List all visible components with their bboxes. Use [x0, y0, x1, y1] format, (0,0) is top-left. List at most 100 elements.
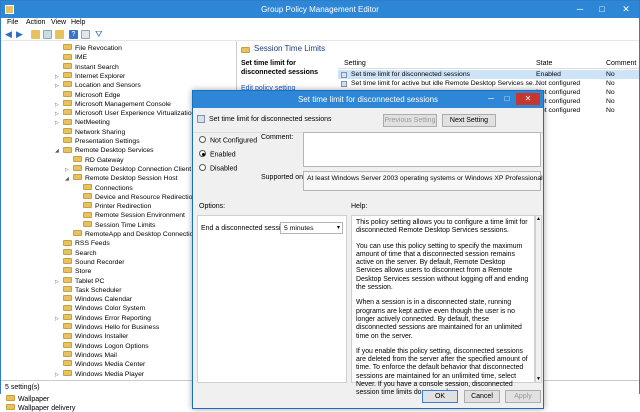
tree-item[interactable]: Windows Color System [55, 304, 145, 313]
tree-item[interactable]: Sound Recorder [55, 258, 125, 267]
tree-item[interactable]: Windows Installer [55, 332, 128, 341]
column-header: Setting State Comment [338, 59, 639, 69]
dialog-title-bar[interactable]: Set time limit for disconnected sessions… [193, 91, 543, 108]
tree-item[interactable]: Remote Session Environment [75, 211, 185, 220]
up-folder-icon[interactable] [31, 30, 40, 39]
tree-item-label: RSS Feeds [75, 240, 110, 248]
radio-disabled[interactable]: Disabled [199, 164, 237, 172]
expander-icon[interactable]: ▷ [55, 371, 61, 380]
end-session-select[interactable]: 5 minutes ▾ [280, 222, 343, 234]
tree-item[interactable]: ▷ Location and Sensors [55, 81, 141, 90]
maximize-icon[interactable]: □ [591, 1, 613, 18]
radio-enabled[interactable]: Enabled [199, 150, 236, 158]
tree-item[interactable]: Session Time Limits [75, 220, 155, 230]
expander-icon[interactable]: ◢ [65, 175, 71, 184]
title-bar[interactable]: Group Policy Management Editor ─ □ ✕ [1, 1, 639, 18]
folder-icon [63, 118, 72, 125]
folder-icon [63, 72, 72, 79]
wallpaper-delivery-item[interactable]: Wallpaper delivery [6, 404, 75, 412]
tree-item[interactable]: ▷ Internet Explorer [55, 72, 125, 81]
menu-file[interactable]: File [7, 19, 18, 26]
tree-item[interactable]: RSS Feeds [55, 239, 110, 248]
properties-icon[interactable] [81, 30, 90, 39]
minimize-icon[interactable]: ─ [569, 1, 591, 18]
radio-not-configured[interactable]: Not Configured [199, 136, 257, 144]
menu-view[interactable]: View [51, 19, 66, 26]
tree-item[interactable]: Presentation Settings [55, 137, 140, 146]
column-setting[interactable]: Setting [344, 60, 366, 67]
tree-item[interactable]: Task Scheduler [55, 286, 121, 295]
column-comment[interactable]: Comment [606, 60, 636, 67]
tree-item-label: Location and Sensors [75, 82, 141, 90]
dialog-minimize-icon[interactable]: ─ [483, 93, 499, 105]
folder-icon [63, 276, 72, 283]
tree-item-label: RemoteApp and Desktop Connections [85, 231, 201, 238]
tree-item[interactable]: ▷ Remote Desktop Connection Client [65, 165, 191, 174]
tree-item[interactable]: Windows Calendar [55, 295, 132, 304]
tree-item[interactable]: Microsoft Edge [55, 90, 120, 100]
tree-item-label: Microsoft User Experience Virtualization [75, 110, 196, 118]
tree-item[interactable]: IME [55, 53, 87, 62]
ok-button[interactable]: OK [422, 390, 458, 403]
menu-help[interactable]: Help [71, 19, 85, 26]
expander-icon[interactable]: ◢ [55, 147, 61, 156]
policy-row[interactable]: Set time limit for disconnected sessions… [338, 70, 639, 79]
tree-item[interactable]: Store [55, 267, 91, 276]
tree-item[interactable]: Network Sharing [55, 127, 125, 137]
dialog-maximize-icon[interactable]: □ [499, 93, 515, 105]
tree-item[interactable]: Windows Media Center [55, 360, 145, 369]
help-icon[interactable]: ? [69, 30, 78, 39]
previous-setting-button[interactable]: Previous Setting [383, 114, 437, 127]
filter-icon[interactable]: ⛛ [95, 30, 104, 39]
wallpaper-item[interactable]: Wallpaper [6, 395, 49, 403]
tree-item[interactable]: ▷ Windows Media Player [55, 369, 144, 380]
scroll-down-icon[interactable]: ▼ [536, 376, 541, 382]
tree-item[interactable]: Windows Logon Options [55, 341, 149, 351]
back-icon[interactable]: ◀ [5, 30, 14, 39]
tree-item[interactable]: ◢ Remote Desktop Session Host [65, 174, 178, 183]
tree-item-label: Tablet PC [75, 277, 105, 285]
folder-icon [63, 248, 72, 255]
tree-item-label: IME [75, 54, 88, 62]
tree-item-label: Windows Error Reporting [75, 314, 151, 322]
folder-icon [63, 313, 72, 320]
tree-item[interactable]: ▷ Microsoft Management Console [55, 100, 171, 109]
dialog-close-icon[interactable]: ✕ [516, 93, 540, 105]
apply-button[interactable]: Apply [505, 390, 541, 403]
tree-item[interactable]: Printer Redirection [75, 202, 151, 211]
tree-item[interactable]: RD Gateway [65, 155, 124, 165]
cancel-button[interactable]: Cancel [464, 390, 500, 403]
forward-icon[interactable]: ▶ [16, 30, 25, 39]
close-icon[interactable]: ✕ [615, 1, 637, 18]
tree-item[interactable]: Windows Mail [55, 351, 117, 360]
tree-item[interactable]: ▷ NetMeeting [55, 118, 110, 127]
tree-item[interactable]: File Revocation [55, 44, 122, 53]
tree-item[interactable]: Device and Resource Redirection [75, 193, 196, 202]
tree-item-label: Windows Installer [75, 333, 129, 341]
help-paragraph: When a session is in a disconnected stat… [356, 299, 522, 340]
tree-item-label: RD Gateway [85, 156, 124, 164]
tree-item[interactable]: Windows Hello for Business [55, 323, 159, 332]
folder-icon [63, 127, 72, 134]
help-scrollbar[interactable]: ▲ ▼ [535, 215, 542, 383]
tree-item[interactable]: Connections [75, 183, 133, 193]
tree-item[interactable]: RemoteApp and Desktop Connections [65, 230, 201, 239]
folder-icon [63, 351, 72, 358]
tree-item[interactable]: Search [55, 248, 97, 258]
column-state[interactable]: State [536, 60, 552, 67]
menu-action[interactable]: Action [26, 19, 45, 26]
show-tree-icon[interactable] [43, 30, 52, 39]
tree-item[interactable]: ◢ Remote Desktop Services [55, 146, 154, 155]
export-icon[interactable] [55, 30, 64, 39]
details-header-title: Session Time Limits [254, 44, 326, 53]
policy-row[interactable]: Set time limit for active but idle Remot… [338, 79, 639, 88]
folder-icon [73, 155, 82, 162]
next-setting-button[interactable]: Next Setting [442, 114, 496, 127]
scroll-up-icon[interactable]: ▲ [536, 216, 541, 222]
folder-icon [63, 90, 72, 97]
tree-item[interactable]: ▷ Tablet PC [55, 276, 105, 286]
tree-item[interactable]: ▷ Microsoft User Experience Virtualizatio… [55, 109, 195, 118]
comment-textarea[interactable] [303, 132, 541, 167]
tree-item[interactable]: ▷ Windows Error Reporting [55, 313, 151, 323]
tree-item[interactable]: Instant Search [55, 62, 119, 72]
